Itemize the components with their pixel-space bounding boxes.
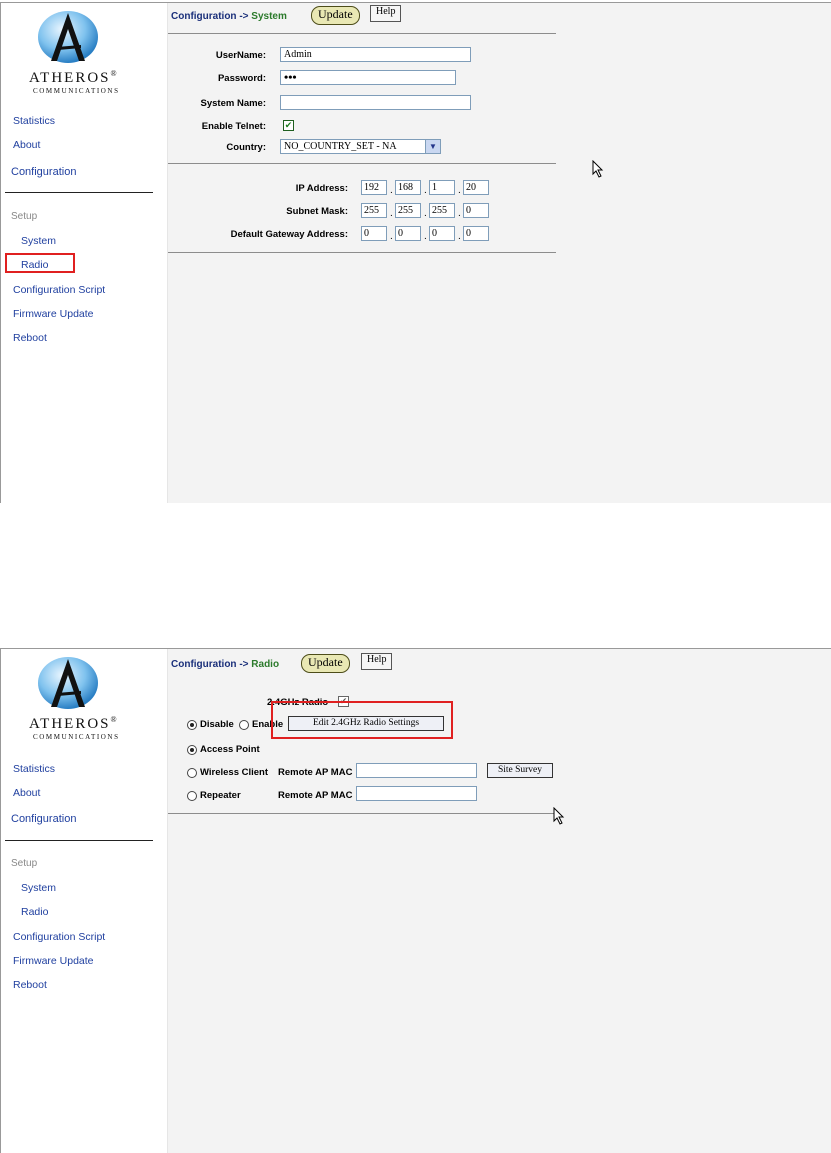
mouse-cursor-icon: [553, 807, 565, 825]
nav-about[interactable]: About: [13, 787, 40, 799]
brand-name: ATHEROS®: [29, 69, 117, 86]
password-input[interactable]: •••: [280, 70, 456, 85]
wireless-client-radio[interactable]: [187, 768, 197, 778]
nav-statistics[interactable]: Statistics: [13, 115, 55, 127]
brand-name: ATHEROS®: [29, 715, 117, 732]
nav-config-script[interactable]: Configuration Script: [13, 931, 105, 943]
disable-label: Disable: [200, 719, 234, 730]
remote-ap-mac-label: Remote AP MAC: [278, 790, 353, 801]
subnet-octet-3[interactable]: 255: [429, 203, 455, 218]
breadcrumb: Configuration -> System: [171, 11, 287, 22]
nav-firmware-update[interactable]: Firmware Update: [13, 308, 94, 320]
ip-dot: .: [458, 185, 461, 196]
ip-dot: .: [390, 185, 393, 196]
atheros-logo: ATHEROS® COMMUNICATIONS: [29, 9, 149, 99]
nav-about[interactable]: About: [13, 139, 40, 151]
subnet-dot: .: [424, 208, 427, 219]
gateway-octet-4[interactable]: 0: [463, 226, 489, 241]
nav-statistics[interactable]: Statistics: [13, 763, 55, 775]
site-survey-button[interactable]: Site Survey: [487, 763, 553, 778]
update-button[interactable]: Update: [301, 654, 350, 673]
subnet-octet-2[interactable]: 255: [395, 203, 421, 218]
help-button[interactable]: Help: [370, 5, 402, 22]
nav-setup-label: Setup: [11, 858, 38, 869]
ip-label: IP Address:: [295, 183, 348, 194]
gateway-dot: .: [458, 231, 461, 242]
atheros-logo: ATHEROS® COMMUNICATIONS: [29, 655, 149, 745]
disable-radio[interactable]: [187, 720, 197, 730]
divider-bottom: [168, 252, 556, 253]
telnet-label: Enable Telnet:: [201, 121, 266, 132]
subnet-label: Subnet Mask:: [286, 206, 348, 217]
remote-ap-mac-label: Remote AP MAC: [278, 767, 353, 778]
nav-reboot[interactable]: Reboot: [13, 332, 47, 344]
client-remote-mac-input[interactable]: [356, 763, 477, 778]
main-panel: Configuration -> Radio Update Help 2.4GH…: [168, 649, 831, 1153]
gateway-octet-3[interactable]: 0: [429, 226, 455, 241]
nav-configuration[interactable]: Configuration: [11, 813, 76, 825]
system-name-label: System Name:: [200, 98, 266, 109]
username-input[interactable]: Admin: [280, 47, 471, 62]
nav-system[interactable]: System: [21, 882, 56, 894]
nav-setup-label: Setup: [11, 211, 38, 222]
brand-sub: COMMUNICATIONS: [33, 733, 120, 741]
divider-mid: [168, 163, 556, 164]
nav-config-script[interactable]: Configuration Script: [13, 284, 105, 296]
gateway-dot: .: [424, 231, 427, 242]
telnet-checkbox[interactable]: ✔: [283, 120, 294, 131]
repeater-radio[interactable]: [187, 791, 197, 801]
sidebar: ATHEROS® COMMUNICATIONS Statistics About…: [1, 3, 168, 503]
enable-radio[interactable]: [239, 720, 249, 730]
nav-radio[interactable]: Radio: [21, 906, 48, 918]
divider-top: [168, 33, 556, 34]
ip-octet-4[interactable]: 20: [463, 180, 489, 195]
brand-sub: COMMUNICATIONS: [33, 87, 120, 95]
edit-settings-highlight-box: [271, 701, 453, 739]
ip-octet-3[interactable]: 1: [429, 180, 455, 195]
subnet-octet-4[interactable]: 0: [463, 203, 489, 218]
nav-system[interactable]: System: [21, 235, 56, 247]
country-label: Country:: [226, 142, 266, 153]
country-value: NO_COUNTRY_SET - NA: [284, 141, 397, 152]
divider-bottom: [168, 813, 556, 814]
password-label: Password:: [217, 73, 266, 84]
chevron-down-icon[interactable]: ▼: [425, 140, 440, 153]
radio-screen: ATHEROS® COMMUNICATIONS Statistics About…: [0, 648, 831, 1153]
repeater-label: Repeater: [200, 790, 241, 801]
nav-divider: [5, 192, 153, 193]
ip-octet-1[interactable]: 192: [361, 180, 387, 195]
subnet-dot: .: [390, 208, 393, 219]
repeater-remote-mac-input[interactable]: [356, 786, 477, 801]
sidebar: ATHEROS® COMMUNICATIONS Statistics About…: [1, 649, 168, 1153]
nav-configuration[interactable]: Configuration: [11, 166, 76, 178]
access-point-label: Access Point: [200, 744, 260, 755]
ip-dot: .: [424, 185, 427, 196]
system-name-input[interactable]: [280, 95, 471, 110]
gateway-octet-2[interactable]: 0: [395, 226, 421, 241]
breadcrumb: Configuration -> Radio: [171, 659, 280, 670]
ip-octet-2[interactable]: 168: [395, 180, 421, 195]
nav-reboot[interactable]: Reboot: [13, 979, 47, 991]
mouse-cursor-icon: [592, 160, 604, 178]
system-screen: ATHEROS® COMMUNICATIONS Statistics About…: [0, 2, 831, 503]
gateway-label: Default Gateway Address:: [230, 229, 348, 240]
radio-highlight-box: [5, 253, 75, 273]
subnet-octet-1[interactable]: 255: [361, 203, 387, 218]
subnet-dot: .: [458, 208, 461, 219]
globe-icon: [38, 11, 98, 63]
update-button[interactable]: Update: [311, 6, 360, 25]
access-point-radio[interactable]: [187, 745, 197, 755]
gateway-octet-1[interactable]: 0: [361, 226, 387, 241]
username-label: UserName:: [215, 50, 266, 61]
nav-divider: [5, 840, 153, 841]
globe-icon: [38, 657, 98, 709]
nav-firmware-update[interactable]: Firmware Update: [13, 955, 94, 967]
wireless-client-label: Wireless Client: [200, 767, 269, 778]
help-button[interactable]: Help: [361, 653, 393, 670]
country-select[interactable]: NO_COUNTRY_SET - NA ▼: [280, 139, 441, 154]
main-panel: Configuration -> System Update Help User…: [168, 3, 831, 503]
gateway-dot: .: [390, 231, 393, 242]
